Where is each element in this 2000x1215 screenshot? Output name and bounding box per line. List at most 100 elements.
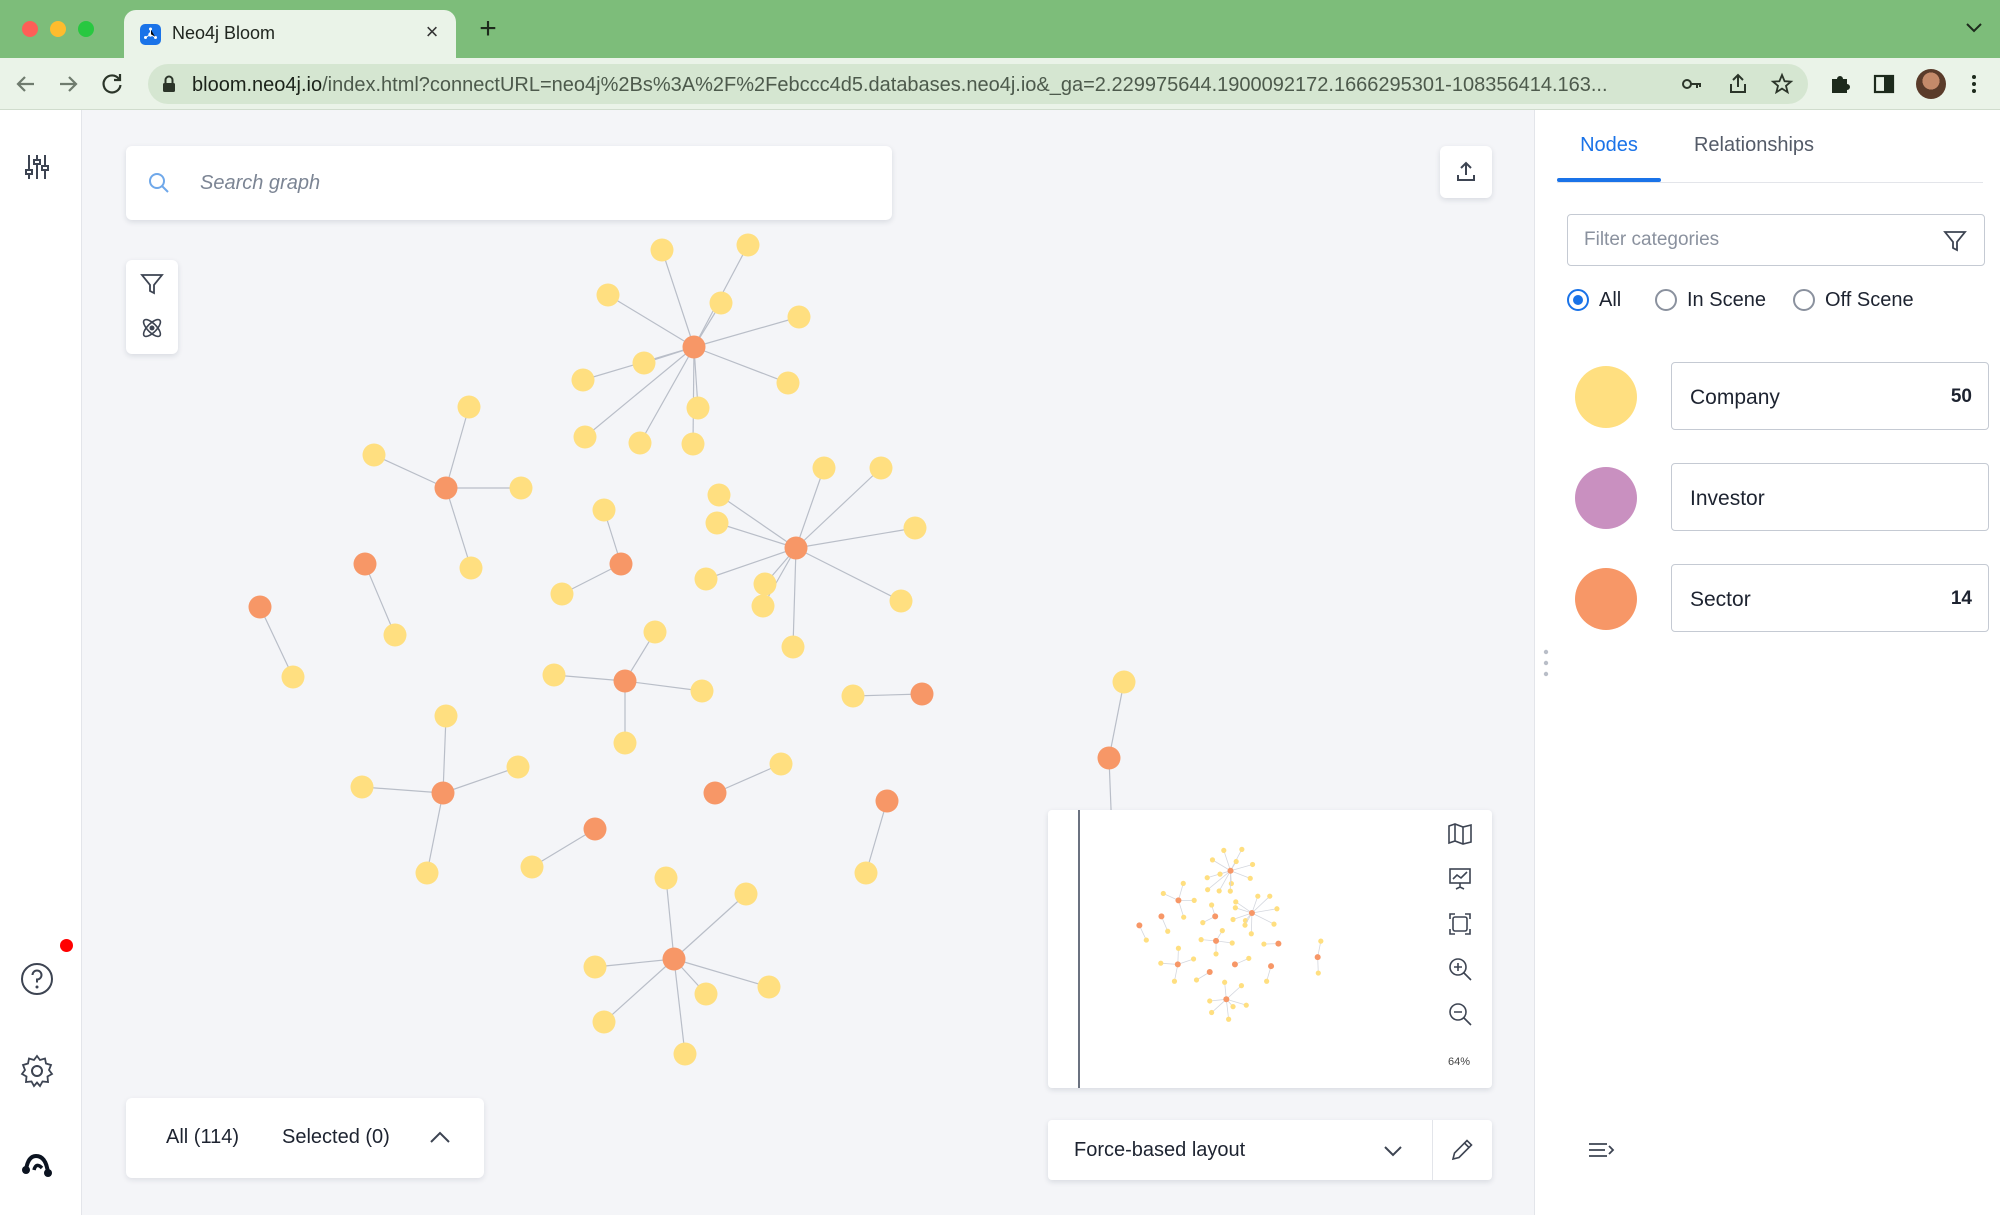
forward-arrow-icon[interactable] (54, 70, 82, 98)
filter-categories-input[interactable] (1584, 225, 1924, 255)
presentation-icon[interactable] (1446, 865, 1474, 893)
graph-edge[interactable] (442, 715, 447, 794)
company-node[interactable] (613, 731, 637, 755)
graph-edge[interactable] (442, 766, 519, 794)
company-node[interactable] (673, 1042, 697, 1066)
company-node[interactable] (383, 623, 407, 647)
graph-canvas[interactable]: All (114) Selected (0) 64% Force-based l… (82, 110, 1534, 1215)
company-node[interactable] (415, 861, 439, 885)
category-company[interactable]: Company 50 (1575, 362, 1989, 430)
zoom-out-icon[interactable] (1446, 1000, 1474, 1028)
zoom-in-icon[interactable] (1446, 955, 1474, 983)
filter-icon[interactable] (138, 270, 166, 298)
company-node[interactable] (736, 233, 760, 257)
graph-edge[interactable] (661, 249, 695, 348)
search-input[interactable] (200, 164, 860, 202)
password-key-icon[interactable] (1680, 72, 1704, 96)
sector-node[interactable] (784, 536, 808, 560)
sector-node[interactable] (353, 552, 377, 576)
company-node[interactable] (571, 368, 595, 392)
company-node[interactable] (650, 238, 674, 262)
fit-screen-icon[interactable] (1446, 910, 1474, 938)
extensions-puzzle-icon[interactable] (1826, 70, 1854, 98)
company-node[interactable] (707, 483, 731, 507)
tab-nodes[interactable]: Nodes (1557, 134, 1661, 176)
url-text[interactable]: bloom.neo4j.io/index.html?connectURL=neo… (192, 74, 1662, 97)
graph-edge[interactable] (716, 522, 797, 549)
graph-edge[interactable] (1108, 681, 1125, 759)
profile-avatar[interactable] (1916, 69, 1946, 99)
neo4j-logo-icon[interactable] (20, 1146, 54, 1180)
sector-node[interactable] (662, 947, 686, 971)
settings-icon[interactable] (20, 1054, 54, 1088)
graph-edge[interactable] (692, 346, 695, 445)
company-node[interactable] (459, 556, 483, 580)
collapse-panel-icon[interactable] (1585, 1136, 1617, 1164)
resize-handle-icon[interactable] (1543, 648, 1549, 678)
chevron-down-icon[interactable] (1380, 1138, 1406, 1164)
graph-edge[interactable] (673, 893, 747, 960)
company-node[interactable] (509, 476, 533, 500)
sector-node[interactable] (431, 781, 455, 805)
search-bar[interactable] (126, 146, 892, 220)
tab-search-chevron-icon[interactable] (1964, 20, 1984, 34)
company-node[interactable] (654, 866, 678, 890)
pencil-icon[interactable] (1448, 1136, 1476, 1164)
graph-edge[interactable] (364, 563, 396, 636)
graph-edge[interactable] (426, 792, 444, 874)
selected-count-label[interactable]: Selected (0) (282, 1126, 390, 1149)
window-close-button[interactable] (22, 21, 38, 37)
help-icon[interactable] (20, 962, 54, 996)
graph-edge[interactable] (603, 958, 675, 1023)
minimap[interactable]: 64% (1048, 810, 1492, 1088)
graph-edge[interactable] (693, 346, 789, 384)
company-node[interactable] (542, 663, 566, 687)
side-panel-icon[interactable] (1870, 70, 1898, 98)
company-node[interactable] (434, 704, 458, 728)
company-node[interactable] (854, 861, 878, 885)
company-node[interactable] (694, 567, 718, 591)
company-node[interactable] (550, 582, 574, 606)
graph-edge[interactable] (607, 294, 695, 348)
investor-color-swatch[interactable] (1575, 467, 1637, 529)
graph-edge[interactable] (259, 606, 294, 678)
company-node[interactable] (628, 431, 652, 455)
sector-node[interactable] (682, 335, 706, 359)
graph-edge[interactable] (445, 487, 472, 569)
graph-edge[interactable] (673, 958, 770, 988)
graph-edge[interactable] (373, 454, 447, 489)
radio-all-circle[interactable] (1567, 289, 1589, 311)
company-node[interactable] (690, 679, 714, 703)
browser-menu-icon[interactable] (1962, 72, 1986, 96)
company-node[interactable] (889, 589, 913, 613)
radio-off-scene-circle[interactable] (1793, 289, 1815, 311)
graph-edge[interactable] (795, 467, 825, 549)
graph-edge[interactable] (718, 494, 797, 549)
graph-edge[interactable] (665, 877, 675, 960)
radio-in-scene[interactable]: In Scene (1655, 286, 1779, 314)
category-sector[interactable]: Sector 14 (1575, 564, 1989, 632)
graph-nodes[interactable] (248, 233, 1136, 1066)
company-node[interactable] (869, 456, 893, 480)
tab-relationships[interactable]: Relationships (1687, 134, 1821, 176)
chevron-up-icon[interactable] (426, 1124, 454, 1152)
share-icon[interactable] (1726, 72, 1750, 96)
graph-edge[interactable] (594, 958, 675, 968)
window-zoom-button[interactable] (78, 21, 94, 37)
company-node[interactable] (757, 975, 781, 999)
sector-node[interactable] (1097, 746, 1121, 770)
radio-in-scene-circle[interactable] (1655, 289, 1677, 311)
category-sector-box[interactable]: Sector 14 (1671, 564, 1989, 632)
sector-node[interactable] (583, 817, 607, 841)
company-node[interactable] (694, 982, 718, 1006)
company-node[interactable] (903, 516, 927, 540)
company-node[interactable] (734, 882, 758, 906)
company-node[interactable] (362, 443, 386, 467)
filter-categories-field[interactable] (1567, 214, 1985, 266)
graph-edge[interactable] (795, 547, 902, 602)
company-node[interactable] (709, 291, 733, 315)
company-node[interactable] (596, 283, 620, 307)
company-node[interactable] (1112, 670, 1136, 694)
company-node[interactable] (751, 594, 775, 618)
company-color-swatch[interactable] (1575, 366, 1637, 428)
